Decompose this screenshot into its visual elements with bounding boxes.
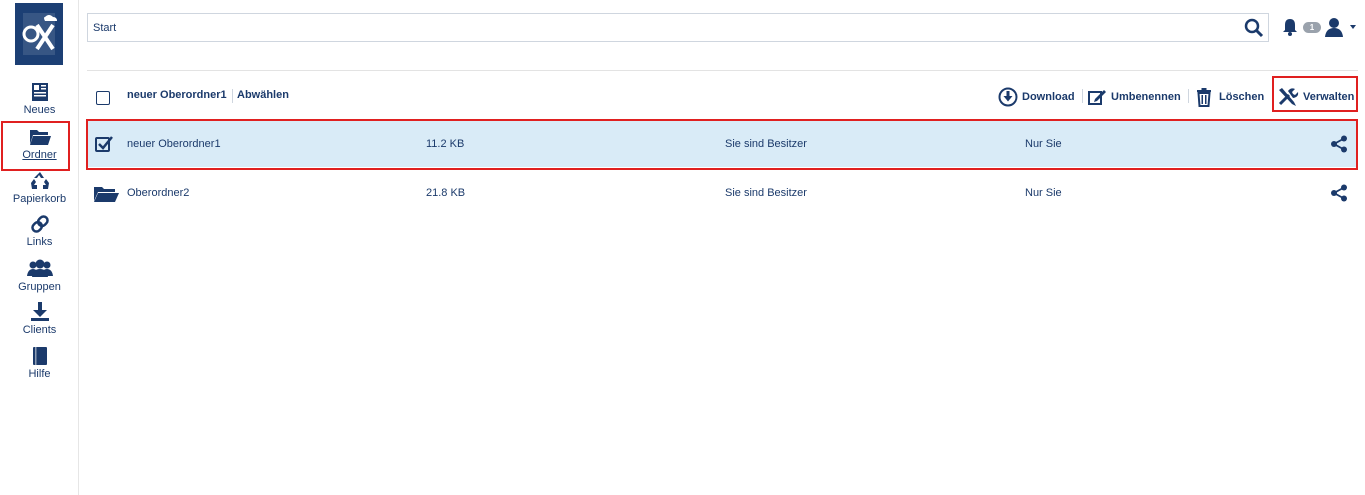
share-icon[interactable] xyxy=(1330,135,1348,153)
download-label: Download xyxy=(1022,91,1075,103)
divider xyxy=(232,89,233,103)
sidebar-item-label: Gruppen xyxy=(18,281,61,293)
sidebar-item-label: Papierkorb xyxy=(12,193,67,205)
sidebar-item-papierkorb[interactable]: Papierkorb xyxy=(0,171,79,205)
selected-item-name: neuer Oberordner1 xyxy=(127,89,227,101)
rename-label: Umbenennen xyxy=(1111,91,1181,103)
file-access: Nur Sie xyxy=(1025,138,1062,150)
sidebar-item-label: Hilfe xyxy=(28,368,51,380)
rename-button[interactable]: Umbenennen xyxy=(1087,86,1181,108)
divider xyxy=(1082,89,1083,103)
deselect-link[interactable]: Abwählen xyxy=(237,89,289,101)
group-icon xyxy=(26,259,53,277)
delete-label: Löschen xyxy=(1219,91,1265,103)
notification-badge: 1 xyxy=(1303,22,1321,33)
sidebar-item-neues[interactable]: Neues xyxy=(0,82,79,116)
sidebar-item-hilfe[interactable]: Hilfe xyxy=(0,346,79,380)
logo-icon[interactable] xyxy=(15,3,63,65)
tools-icon xyxy=(1278,88,1299,106)
file-owner: Sie sind Besitzer xyxy=(725,138,807,150)
manage-button[interactable]: Verwalten xyxy=(1277,86,1354,108)
download-icon xyxy=(30,302,49,321)
action-toolbar: neuer Oberordner1 Abwählen Download Umbe… xyxy=(87,78,1358,114)
file-access: Nur Sie xyxy=(1025,187,1062,199)
search-bar[interactable]: Start xyxy=(87,13,1269,42)
manage-label: Verwalten xyxy=(1303,91,1355,103)
sidebar-item-links[interactable]: Links xyxy=(0,214,79,248)
sidebar-item-label: Clients xyxy=(22,324,57,336)
newspaper-icon xyxy=(31,83,48,101)
bell-icon[interactable] xyxy=(1282,18,1298,36)
chevron-down-icon[interactable] xyxy=(1350,25,1356,29)
edit-icon xyxy=(1088,90,1106,105)
sidebar-item-clients[interactable]: Clients xyxy=(0,302,79,336)
book-icon xyxy=(32,347,47,365)
select-all-checkbox[interactable] xyxy=(96,91,110,105)
search-icon[interactable] xyxy=(1244,18,1264,38)
file-name[interactable]: Oberordner2 xyxy=(127,187,189,199)
link-icon xyxy=(30,215,49,233)
sidebar-item-label: Ordner xyxy=(22,149,57,161)
sidebar-item-ordner[interactable]: Ordner xyxy=(0,127,79,161)
sidebar: Neues Ordner Papierkorb Links Gruppen Cl… xyxy=(0,0,79,495)
file-owner: Sie sind Besitzer xyxy=(725,187,807,199)
file-name[interactable]: neuer Oberordner1 xyxy=(127,138,221,150)
divider xyxy=(87,70,1358,71)
folder-icon xyxy=(29,130,51,145)
delete-button[interactable]: Löschen xyxy=(1195,86,1264,108)
download-circle-icon xyxy=(998,87,1018,107)
table-row[interactable]: Oberordner2 21.8 KB Sie sind Besitzer Nu… xyxy=(87,170,1358,216)
breadcrumb: Start xyxy=(93,22,117,34)
file-size: 21.8 KB xyxy=(426,187,466,199)
user-icon[interactable] xyxy=(1324,17,1344,37)
download-button[interactable]: Download xyxy=(998,86,1075,108)
divider xyxy=(1188,89,1189,103)
share-icon[interactable] xyxy=(1330,184,1348,202)
folder-icon xyxy=(94,187,119,202)
checkbox-checked-icon[interactable] xyxy=(95,135,113,153)
sidebar-item-label: Neues xyxy=(23,104,56,116)
trash-icon xyxy=(1197,88,1211,107)
sidebar-item-label: Links xyxy=(26,236,53,248)
sidebar-item-gruppen[interactable]: Gruppen xyxy=(0,259,79,293)
recycle-icon xyxy=(30,172,49,189)
file-size: 11.2 KB xyxy=(426,138,465,150)
table-row[interactable]: neuer Oberordner1 11.2 KB Sie sind Besit… xyxy=(87,121,1358,167)
